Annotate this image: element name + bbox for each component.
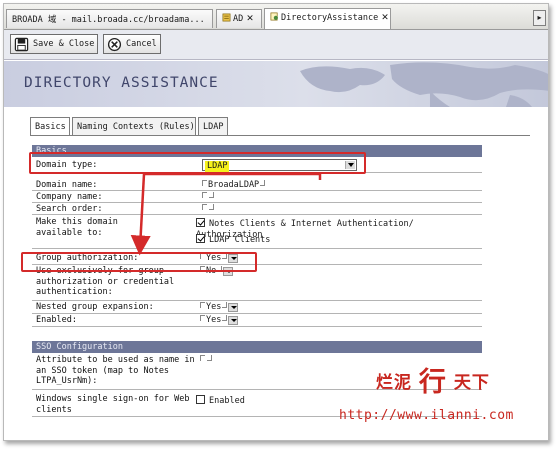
search-order-field[interactable]	[202, 204, 215, 215]
windows-sso-checkbox[interactable]	[196, 395, 205, 404]
tab-label: LDAP	[203, 122, 224, 132]
close-tab-icon[interactable]: ✕	[246, 14, 254, 24]
chevron-down-icon[interactable]	[228, 303, 239, 312]
availability-label: Make this domain available to:	[36, 217, 118, 238]
field-bracket-close	[207, 355, 212, 361]
field-bracket-close	[222, 315, 228, 321]
field-bracket-close	[222, 302, 228, 308]
tab-naming-contexts[interactable]: Naming Contexts (Rules)	[72, 117, 196, 135]
enabled-field[interactable]: Yes	[200, 315, 239, 326]
tab-ldap[interactable]: LDAP	[198, 117, 228, 135]
field-bracket-open	[200, 315, 205, 321]
watermark-text: 烂泥 行 天下	[376, 360, 490, 399]
domain-name-value: BroadaLDAP	[208, 180, 260, 190]
search-order-label: Search order:	[36, 204, 103, 214]
tab-label: DirectoryAssistance	[281, 13, 379, 23]
windows-sso-label: Windows single sign-on for Web clients	[36, 394, 190, 415]
nested-group-field[interactable]: Yes	[200, 302, 239, 313]
save-close-label: Save & Close	[33, 39, 95, 49]
client-tab-strip: BROADA 域 - mail.broada.cc/broadama... AD…	[4, 4, 548, 30]
field-bracket-close	[260, 180, 266, 186]
page-title: DIRECTORY ASSISTANCE	[24, 75, 219, 91]
close-tab-icon[interactable]: ✕	[381, 13, 389, 23]
tab-ad[interactable]: AD ✕	[216, 9, 262, 28]
enabled-row: Enabled: Yes	[32, 314, 482, 327]
action-bar: Save & Close Cancel	[4, 30, 548, 60]
company-name-label: Company name:	[36, 192, 103, 202]
tab-label: Naming Contexts (Rules)	[77, 122, 195, 132]
field-bracket-close	[209, 204, 214, 210]
availability-option-ldap[interactable]: LDAP Clients	[196, 234, 270, 246]
nested-group-value: Yes	[206, 302, 222, 312]
domain-name-field[interactable]: BroadaLDAP	[202, 180, 266, 191]
database-icon	[222, 13, 231, 22]
windows-sso-option[interactable]: Enabled	[196, 395, 245, 407]
cancel-label: Cancel	[126, 39, 157, 49]
page-header: DIRECTORY ASSISTANCE	[4, 61, 548, 107]
company-name-row: Company name:	[32, 191, 482, 203]
notes-clients-checkbox[interactable]	[196, 218, 205, 227]
sso-attribute-label: Attribute to be used as name in an SSO t…	[36, 355, 195, 386]
tab-broada-mail[interactable]: BROADA 域 - mail.broada.cc/broadama...	[6, 9, 213, 28]
ldap-clients-label: LDAP Clients	[209, 235, 271, 245]
section-sso-header: SSO Configuration	[32, 341, 482, 353]
nested-group-row: Nested group expansion: Yes	[32, 301, 482, 314]
chevron-down-icon[interactable]	[228, 316, 239, 325]
save-icon	[14, 37, 29, 52]
save-close-button[interactable]: Save & Close	[10, 34, 98, 54]
annotation-box-domain-type	[29, 152, 366, 174]
field-bracket-open	[202, 204, 207, 210]
domain-name-row: Domain name: BroadaLDAP	[32, 179, 482, 191]
search-order-row: Search order:	[32, 203, 482, 215]
windows-sso-option-label: Enabled	[209, 396, 245, 406]
nested-group-label: Nested group expansion:	[36, 302, 154, 312]
tab-scroll-button[interactable]: ▸	[533, 10, 546, 26]
cancel-icon	[107, 37, 122, 52]
field-bracket-open	[200, 355, 205, 361]
watermark-prefix: 烂泥	[376, 373, 412, 393]
tab-label: AD	[233, 14, 244, 24]
screenshot-frame: BROADA 域 - mail.broada.cc/broadama... AD…	[3, 3, 549, 441]
document-icon	[270, 12, 278, 21]
cancel-button[interactable]: Cancel	[103, 34, 161, 54]
annotation-box-group-authorization	[21, 252, 257, 272]
sso-attribute-field[interactable]	[200, 355, 213, 366]
tab-label: BROADA 域 - mail.broada.cc/broadama...	[12, 15, 205, 25]
company-name-field[interactable]	[202, 192, 215, 203]
field-bracket-open	[202, 192, 207, 198]
field-bracket-close	[209, 192, 214, 198]
domain-name-label: Domain name:	[36, 180, 98, 190]
tab-label: Basics	[35, 122, 66, 132]
watermark-suffix: 天下	[453, 373, 490, 393]
enabled-label: Enabled:	[36, 315, 77, 325]
tab-divider	[30, 135, 530, 136]
enabled-value: Yes	[206, 315, 222, 325]
section-title: SSO Configuration	[36, 342, 123, 352]
watermark-url: http://www.ilanni.com	[339, 408, 514, 423]
field-bracket-open	[200, 302, 205, 308]
tab-basics[interactable]: Basics	[30, 117, 70, 136]
watermark-big-char: 行	[418, 367, 447, 398]
field-bracket-open	[202, 180, 207, 186]
ldap-clients-checkbox[interactable]	[196, 234, 205, 243]
tab-directory-assistance[interactable]: DirectoryAssistance ✕	[264, 8, 391, 29]
availability-row: Make this domain available to: Notes Cli…	[32, 215, 482, 249]
world-map-graphic	[300, 62, 548, 107]
